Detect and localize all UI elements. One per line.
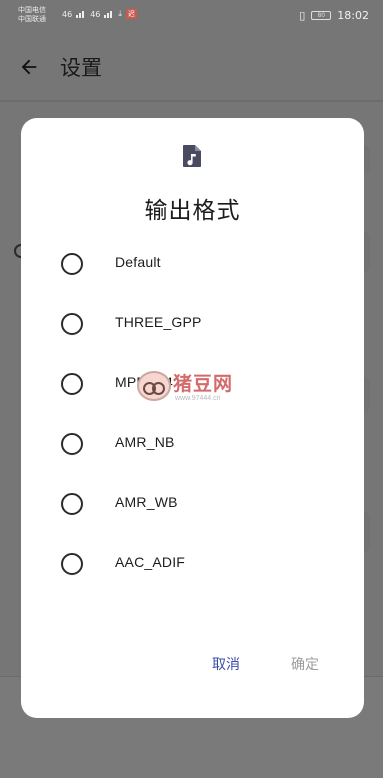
option-three-gpp[interactable]: THREE_GPP xyxy=(21,300,364,350)
carrier-names: 中国电信 中国联通 xyxy=(18,6,46,24)
network-type-2: 46 xyxy=(90,9,101,19)
arrow-left-icon[interactable] xyxy=(18,56,40,78)
radio-button[interactable] xyxy=(61,493,83,515)
radio-button[interactable] xyxy=(61,553,83,575)
option-aac-adif[interactable]: AAC_ADIF xyxy=(21,540,364,590)
option-amr-nb[interactable]: AMR_NB xyxy=(21,420,364,470)
status-icons-left: 46 46 ⤓ 迟 xyxy=(62,9,137,19)
watermark-url: www.97444.cn xyxy=(175,395,221,402)
network-type-1: 46 xyxy=(62,9,73,19)
alert-badge-icon: 迟 xyxy=(125,9,137,19)
signal-icon xyxy=(76,10,86,18)
carrier-2: 中国联通 xyxy=(18,15,46,23)
watermark-logo-icon xyxy=(137,371,171,401)
option-amr-wb[interactable]: AMR_WB xyxy=(21,480,364,530)
output-format-dialog: 输出格式 Default THREE_GPP MPEG_4 AMR_NB AMR… xyxy=(21,118,364,718)
signal-icon-2 xyxy=(104,10,114,18)
status-bar: 中国电信 中国联通 46 46 ⤓ 迟 ▯ 80 18:02 xyxy=(0,0,383,34)
option-label: AMR_WB xyxy=(115,494,178,510)
download-icon: ⤓ xyxy=(118,9,122,18)
watermark-name: 猪豆网 xyxy=(173,373,234,395)
option-label: AMR_NB xyxy=(115,434,175,450)
carrier-1: 中国电信 xyxy=(18,6,46,14)
dialog-title: 输出格式 xyxy=(144,198,241,224)
confirm-button[interactable]: 确定 xyxy=(291,654,319,674)
battery-icon: 80 xyxy=(311,11,332,20)
app-bar: 设置 xyxy=(0,40,383,96)
appbar-divider xyxy=(0,100,383,102)
radio-button[interactable] xyxy=(61,253,83,275)
radio-button[interactable] xyxy=(61,433,83,455)
radio-button[interactable] xyxy=(61,313,83,335)
clock: 18:02 xyxy=(337,9,369,22)
option-label: AAC_ADIF xyxy=(115,554,186,570)
vibrate-icon: ▯ xyxy=(299,9,306,22)
page-title: 设置 xyxy=(60,56,102,80)
option-default[interactable]: Default xyxy=(21,240,364,290)
option-label: THREE_GPP xyxy=(115,314,202,330)
radio-button[interactable] xyxy=(61,373,83,395)
cancel-button[interactable]: 取消 xyxy=(212,654,240,674)
status-icons-right: ▯ 80 18:02 xyxy=(299,9,369,22)
option-label: Default xyxy=(115,254,161,270)
music-file-icon xyxy=(183,145,201,167)
watermark: 猪豆网 www.97444.cn xyxy=(113,365,253,410)
